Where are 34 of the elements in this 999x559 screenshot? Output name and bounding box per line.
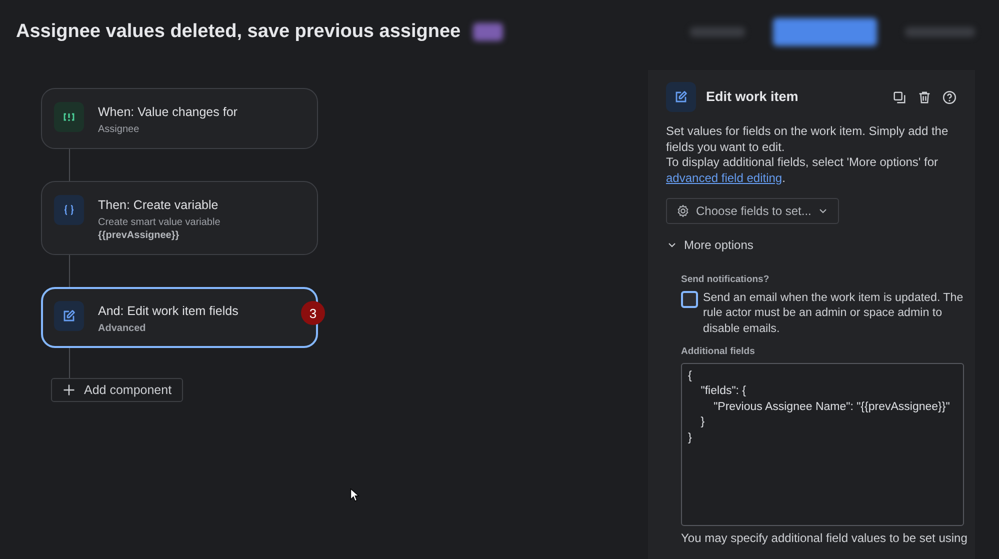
notification-checkbox[interactable] — [681, 290, 698, 308]
description-text: Set values for fields on the work item. Simply add the fields you want to edit. — [666, 124, 950, 155]
step-number-badge: 3 — [301, 301, 325, 325]
copy-icon[interactable] — [892, 90, 907, 104]
add-component-button[interactable]: Add component — [51, 378, 183, 402]
checkbox-label: Send an email when the work item is updated. The rule actor must be an admin or space admin to disable emails. — [703, 290, 964, 336]
braces-icon — [54, 195, 84, 225]
page-title: Assignee values deleted, save previous assignee — [16, 21, 461, 43]
help-icon[interactable] — [942, 90, 957, 104]
help-text: You may specify additional field values to be set using — [681, 530, 968, 546]
advanced-field-editing-link[interactable]: advanced field editing — [666, 170, 782, 184]
additional-fields-input[interactable]: { "fields": { "Previous Assignee Name": "{{prevAssignee}}" } } — [681, 362, 964, 526]
pencil-square-icon — [54, 301, 84, 331]
pencil-square-icon — [666, 82, 696, 112]
plus-icon — [62, 383, 76, 397]
panel-title: Edit work item — [706, 89, 800, 105]
hint-text: To display additional fields, select 'More options' for advanced field editing. — [666, 155, 940, 186]
field-label: Send notifications? — [681, 273, 770, 287]
bracket-icon — [54, 102, 84, 132]
field-label: Additional fields — [681, 345, 756, 359]
step-subtitle: Create smart value variable — [98, 217, 220, 228]
flow-step-card[interactable]: Then: Create variable Create smart value variable {{prevAssignee}} — [41, 181, 318, 255]
blurred-tag — [472, 23, 503, 41]
gear-icon — [676, 204, 690, 218]
step-title: Then: Create variable — [98, 198, 220, 212]
step-subtitle: Advanced — [98, 323, 147, 334]
trash-icon[interactable] — [917, 90, 932, 104]
choose-fields-dropdown[interactable]: Choose fields to set... — [666, 198, 840, 224]
step-title: And: Edit work item fields — [98, 304, 238, 318]
step-subtitle: Assignee — [98, 124, 140, 135]
flow-step-card[interactable]: When: Value changes for Assignee — [41, 88, 318, 149]
step-detail: {{prevAssignee}} — [98, 230, 180, 241]
more-options-toggle[interactable]: More options — [666, 238, 754, 252]
step-title: When: Value changes for — [98, 105, 238, 119]
